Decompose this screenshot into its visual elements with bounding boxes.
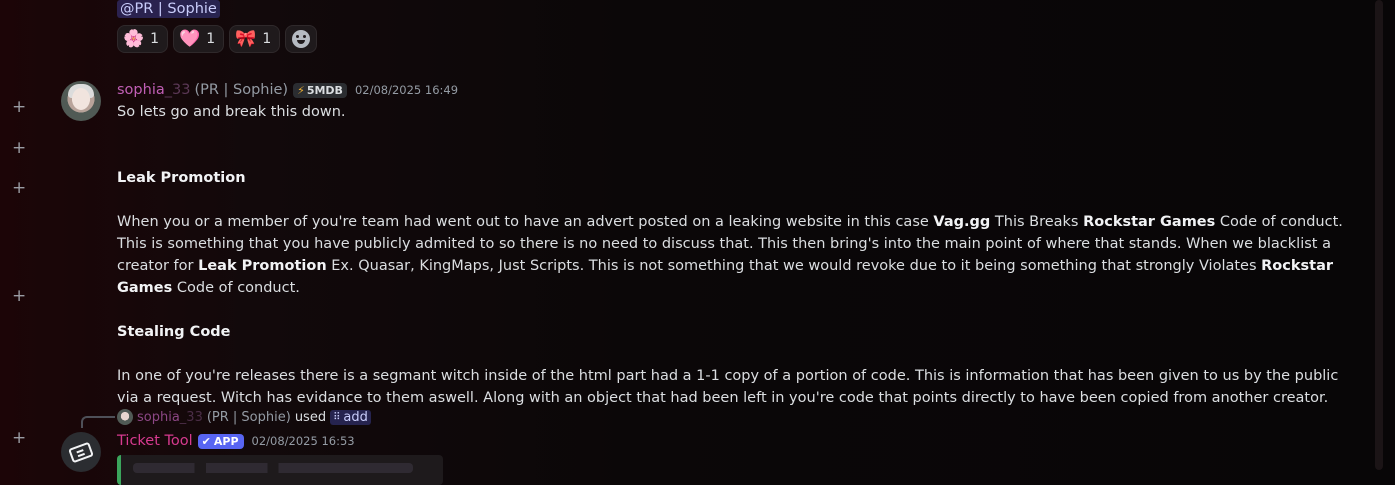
slash-command[interactable]: ⠿ add [330, 409, 371, 425]
plus-icon[interactable]: + [12, 180, 26, 197]
reaction-count: 1 [150, 31, 160, 47]
checkmark-icon: ✔ [201, 434, 211, 448]
used-label: used [294, 409, 327, 425]
command-icon: ⠿ [333, 411, 341, 423]
scrollbar-track[interactable] [1375, 0, 1383, 470]
avatar [117, 409, 133, 425]
bot-username[interactable]: Ticket Tool [117, 433, 193, 449]
message-paragraph: When you or a member of you're team had … [117, 214, 1343, 296]
cherry-blossom-emoji: 🌸 [123, 29, 145, 49]
reaction-ribbon[interactable]: 🎀 1 [229, 25, 281, 53]
nickname: (PR | Sophie) [206, 409, 291, 425]
section-heading: Stealing Code [117, 324, 231, 340]
reply-connector [81, 416, 115, 428]
command-reply[interactable]: sophia_33 (PR | Sophie) used ⠿ add [117, 408, 371, 426]
ticket-icon [68, 441, 94, 463]
timestamp: 02/08/2025 16:53 [251, 434, 355, 448]
pink-heart-emoji: 🩷 [179, 29, 201, 49]
reaction-cherry-blossom[interactable]: 🌸 1 [117, 25, 169, 53]
app-badge: ✔ APP [197, 433, 244, 449]
user-mention[interactable]: @PR | Sophie [117, 0, 220, 18]
section-heading: Leak Promotion [117, 170, 246, 186]
message-embed [117, 455, 443, 485]
nickname: (PR | Sophie) [194, 82, 289, 98]
avatar[interactable] [61, 81, 101, 121]
message-header: Ticket Tool ✔ APP 02/08/2025 16:53 [117, 431, 355, 451]
reaction-pink-heart[interactable]: 🩷 1 [173, 25, 225, 53]
reaction-count: 1 [262, 31, 272, 47]
plus-icon[interactable]: + [12, 430, 26, 447]
add-reaction-button[interactable] [285, 25, 318, 53]
server-tag[interactable]: ⚡ 5MDB [293, 82, 347, 98]
smiley-icon [292, 30, 311, 48]
reaction-bar: 🌸 1 🩷 1 🎀 1 [117, 25, 318, 53]
ribbon-emoji: 🎀 [235, 29, 257, 49]
message-line: So lets go and break this down. [117, 104, 346, 120]
message-header: sophia_33 (PR | Sophie) ⚡ 5MDB 02/08/2025… [117, 80, 458, 100]
message-paragraph: In one of you're releases there is a seg… [117, 368, 1339, 406]
bot-avatar[interactable] [61, 432, 101, 472]
timestamp: 02/08/2025 16:49 [354, 83, 459, 97]
plus-icon[interactable]: + [12, 99, 26, 116]
bolt-icon: ⚡ [297, 83, 305, 97]
plus-icon[interactable]: + [12, 140, 26, 157]
username[interactable]: sophia_33 [117, 82, 190, 98]
plus-icon[interactable]: + [12, 288, 26, 305]
username: sophia_33 [137, 409, 203, 425]
reaction-count: 1 [206, 31, 216, 47]
message-content: So lets go and break this down. Leak Pro… [117, 101, 1347, 409]
